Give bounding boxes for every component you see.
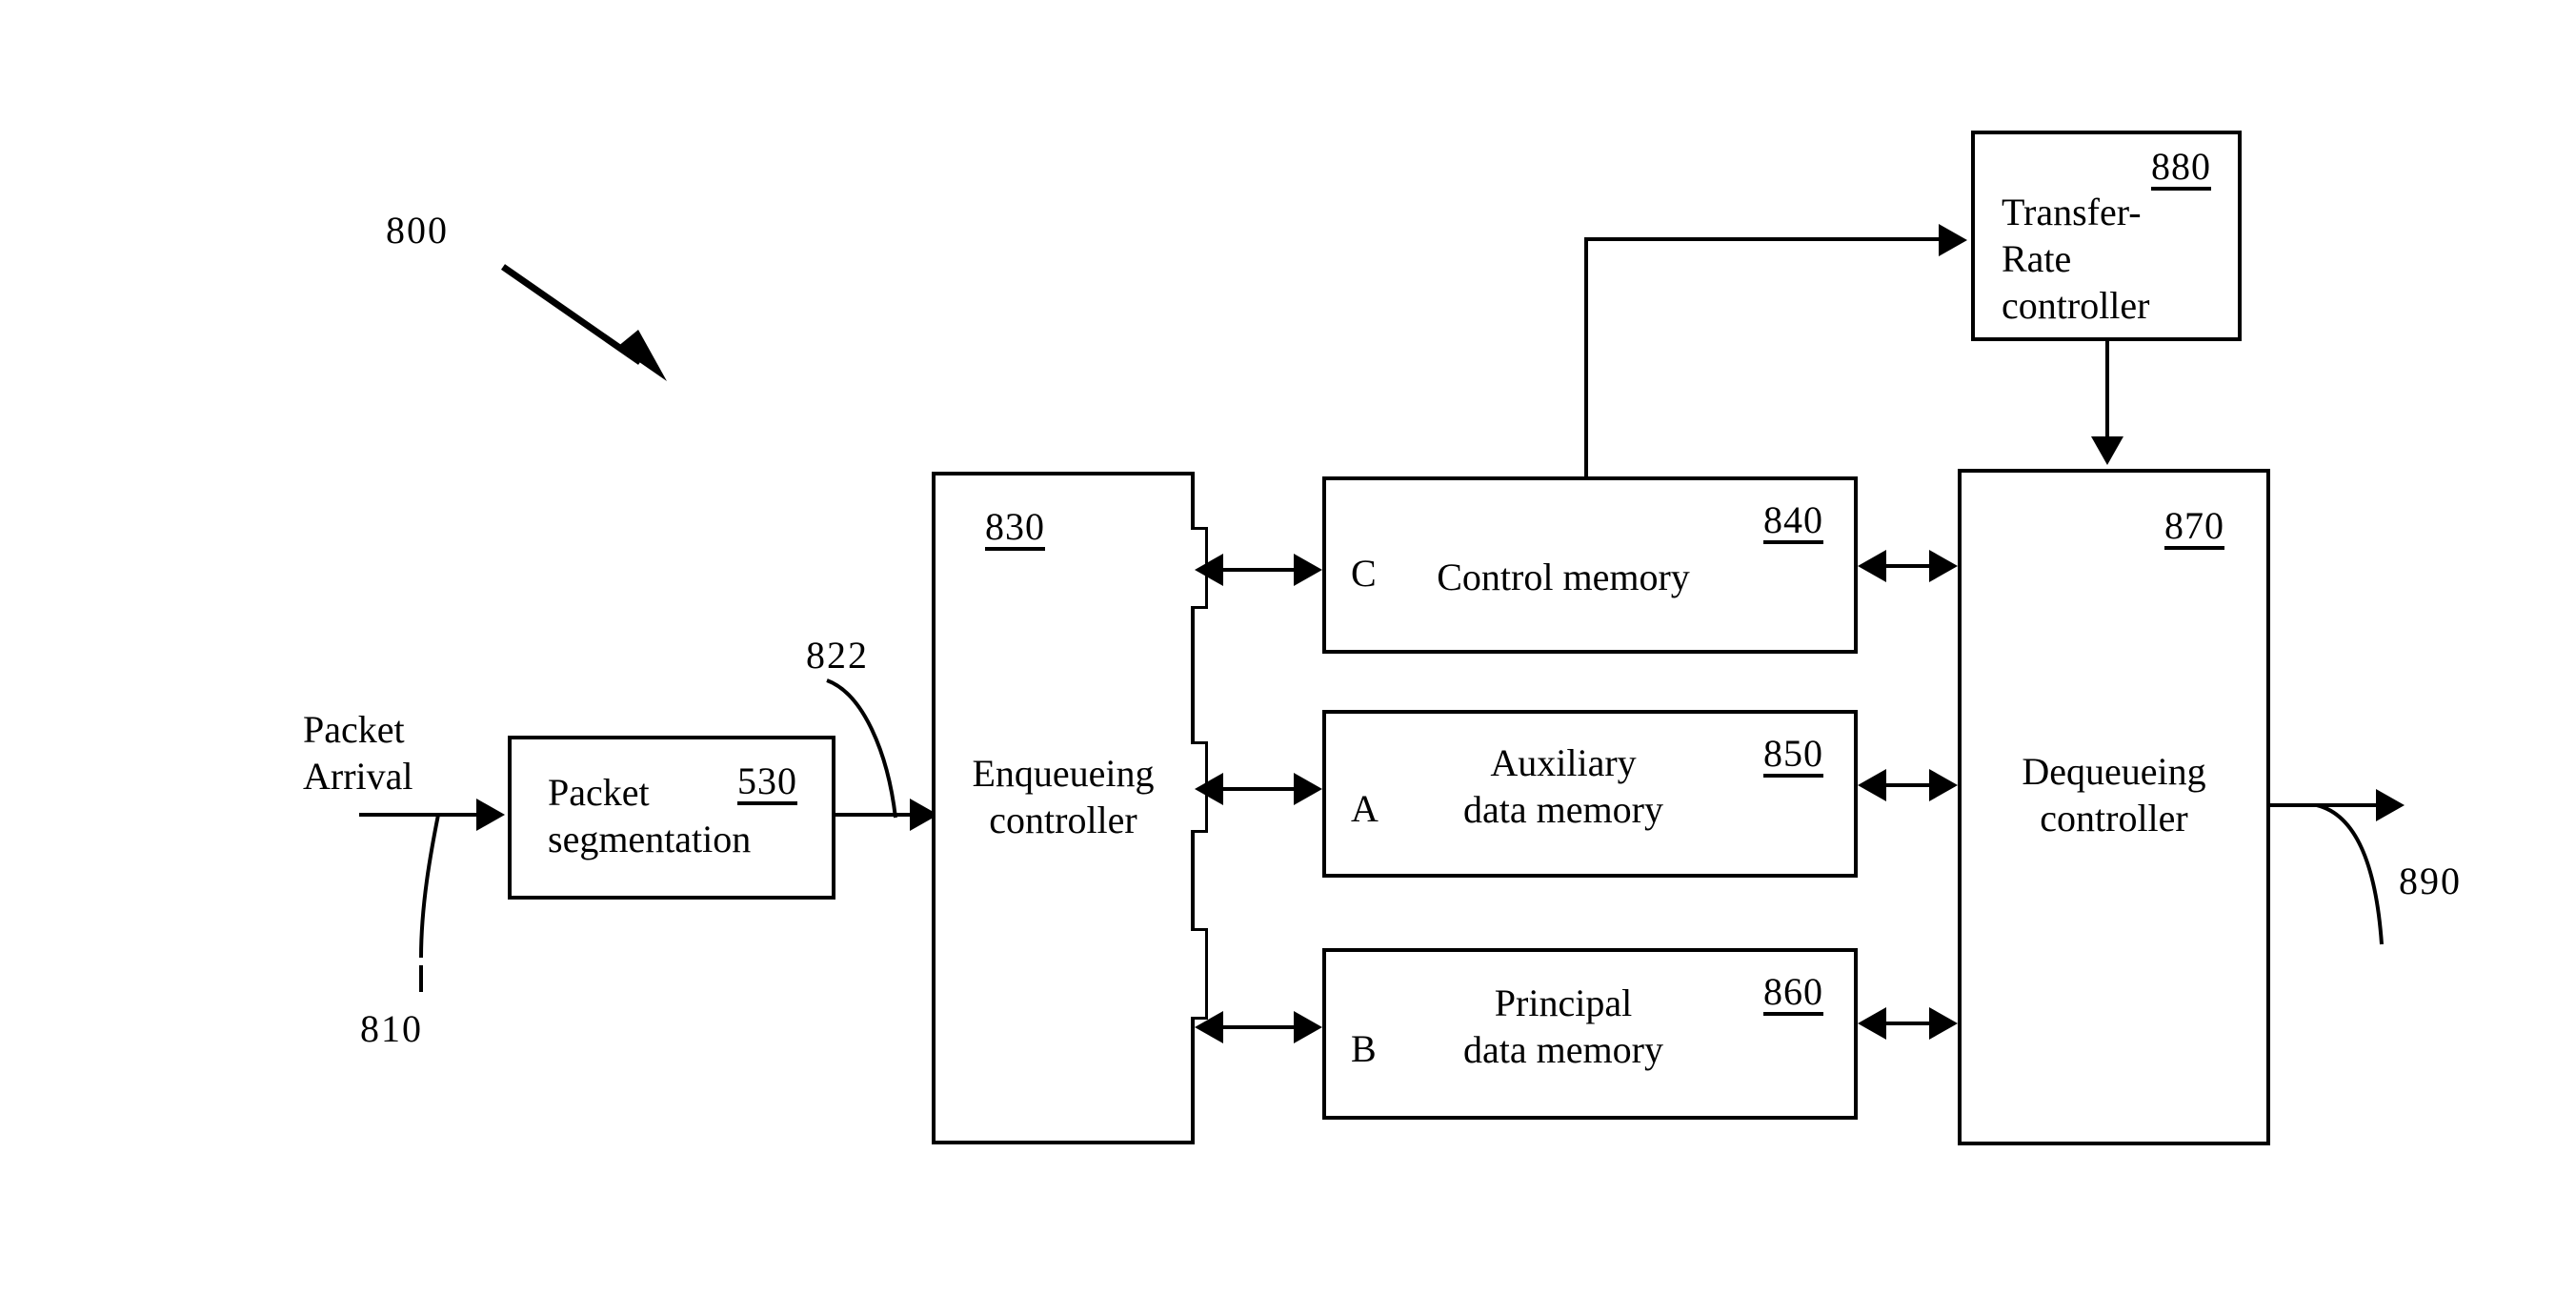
control-memory-dequeueing-arrow-right (1929, 550, 1958, 582)
control-memory-to-transfer-rate-vertical (1584, 237, 1588, 478)
link-reference-822: 822 (806, 634, 869, 677)
auxiliary-memory-dequeueing-arrow-right (1929, 769, 1958, 801)
enqueueing-control-memory-arrow-right (1294, 554, 1322, 586)
block-dequeueing-controller[interactable]: 870 Dequeueing controller (1958, 469, 2270, 1145)
enqueueing-control-memory-arrow-left (1195, 554, 1223, 586)
packet-arrival-ref-leader (381, 814, 495, 996)
auxiliary-memory-port-label: A (1351, 787, 1379, 830)
principal-memory-dequeueing-link (1884, 1022, 1934, 1025)
link-reference-822-leader (817, 678, 932, 821)
control-memory-dequeueing-link (1884, 564, 1934, 568)
transfer-rate-input-arrowhead (1939, 224, 1967, 256)
figure-canvas: 800 Packet Arrival 810 530 Packet segmen… (0, 0, 2576, 1315)
block-title-dequeueing-controller: Dequeueing controller (2022, 750, 2206, 840)
packet-arrival-reference-810: 810 (360, 1007, 423, 1050)
principal-memory-dequeueing-arrow-left (1858, 1007, 1886, 1040)
transfer-rate-to-dequeueing-vertical (2105, 339, 2109, 440)
figure-reference-800: 800 (386, 209, 449, 252)
output-reference-890: 890 (2399, 860, 2462, 902)
block-ref-850: 850 (1763, 735, 1823, 778)
block-title-control-memory: Control memory (1437, 556, 1690, 598)
control-memory-dequeueing-arrow-left (1858, 550, 1886, 582)
block-transfer-rate-controller[interactable]: 880 Transfer- Rate controller (1971, 131, 2242, 341)
block-packet-segmentation[interactable]: 530 Packet segmentation (508, 736, 835, 900)
control-memory-to-transfer-rate-horizontal (1584, 237, 1944, 241)
enqueueing-auxiliary-memory-link (1221, 787, 1299, 791)
block-ref-880: 880 (2151, 148, 2211, 191)
enqueueing-control-memory-link (1221, 568, 1299, 572)
block-principal-data-memory[interactable]: 860 B Principal data memory (1322, 948, 1858, 1120)
block-title-principal-data-memory: Principal data memory (1463, 981, 1663, 1071)
enqueueing-principal-memory-arrow-left (1195, 1011, 1223, 1043)
principal-memory-port-label: B (1351, 1027, 1377, 1070)
block-ref-830: 830 (985, 508, 1045, 551)
dequeueing-input-arrowhead (2091, 436, 2123, 465)
block-ref-870: 870 (2164, 507, 2224, 550)
auxiliary-memory-dequeueing-arrow-left (1858, 769, 1886, 801)
enqueueing-auxiliary-memory-arrow-left (1195, 773, 1223, 805)
control-memory-port-label: C (1351, 552, 1377, 595)
enqueueing-principal-memory-arrow-right (1294, 1011, 1322, 1043)
principal-memory-dequeueing-arrow-right (1929, 1007, 1958, 1040)
enqueueing-auxiliary-memory-arrow-right (1294, 773, 1322, 805)
block-title-packet-segmentation: Packet segmentation (548, 771, 752, 860)
block-control-memory[interactable]: 840 C Control memory (1322, 476, 1858, 654)
block-ref-840: 840 (1763, 501, 1823, 544)
auxiliary-memory-dequeueing-link (1884, 783, 1934, 787)
enqueueing-port-b (1191, 928, 1208, 1020)
figure-reference-arrow (495, 259, 686, 383)
block-title-auxiliary-data-memory: Auxiliary data memory (1463, 741, 1663, 831)
block-auxiliary-data-memory[interactable]: 850 A Auxiliary data memory (1322, 710, 1858, 878)
block-title-transfer-rate-controller: Transfer- Rate controller (2002, 191, 2150, 327)
enqueueing-principal-memory-link (1221, 1025, 1299, 1029)
packet-arrival-label: Packet Arrival (303, 708, 413, 798)
block-title-enqueueing-controller: Enqueueing controller (972, 752, 1155, 841)
block-ref-860: 860 (1763, 973, 1823, 1016)
block-enqueueing-controller[interactable]: 830 Enqueueing controller (932, 472, 1195, 1144)
